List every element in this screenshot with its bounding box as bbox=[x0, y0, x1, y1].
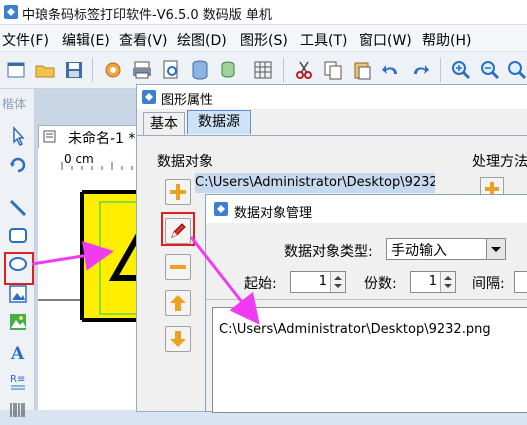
annotation-arrows bbox=[31, 236, 260, 325]
arrow-to-content bbox=[189, 236, 260, 325]
arrow-to-image bbox=[31, 240, 114, 271]
